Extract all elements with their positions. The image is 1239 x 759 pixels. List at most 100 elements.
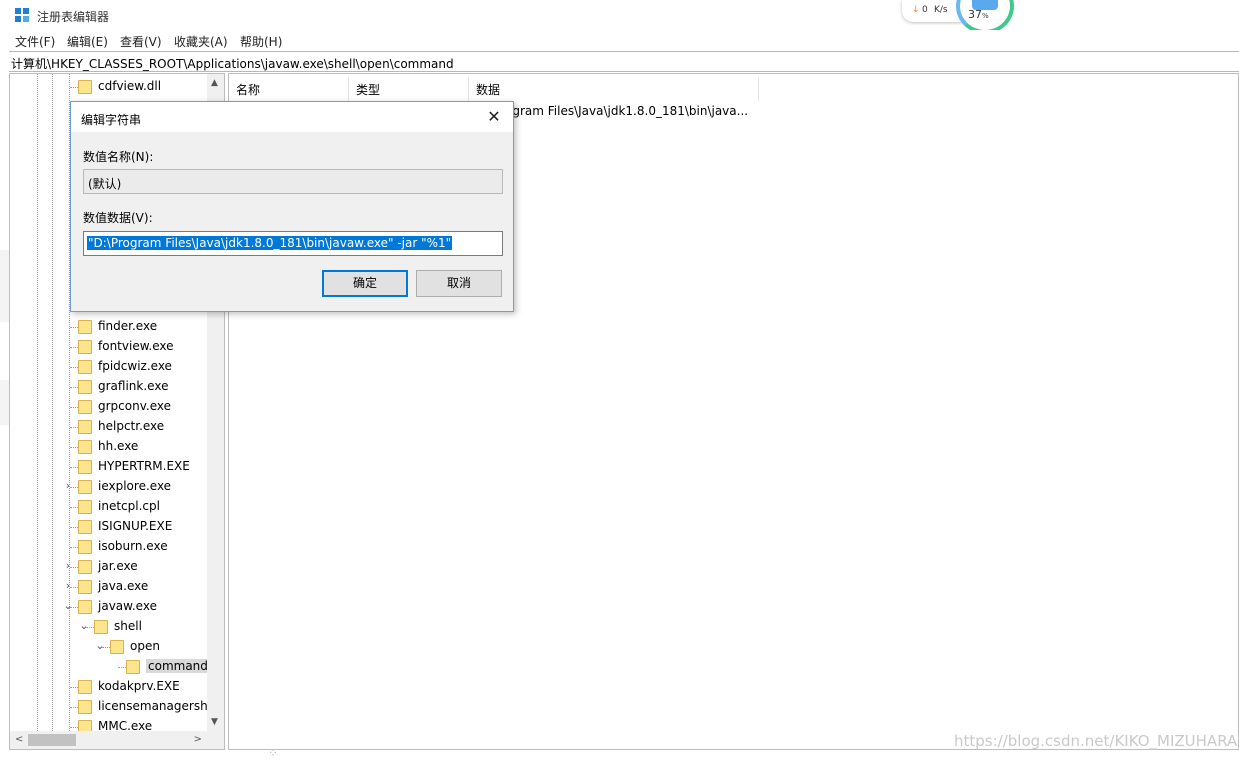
tree-item[interactable]: hh.exe: [10, 437, 208, 457]
chevron-down-icon[interactable]: ⌄: [95, 639, 105, 652]
folder-icon: [78, 400, 92, 414]
tree-connector: [70, 687, 78, 688]
tree-item-label: fpidcwiz.exe: [98, 359, 172, 373]
tree-connector: [70, 527, 78, 528]
tree-connector: [70, 547, 78, 548]
scrollbar-corner: [207, 731, 224, 749]
tree-item[interactable]: › java.exe: [10, 577, 208, 597]
menu-help[interactable]: 帮助(H): [240, 33, 282, 50]
tree-item[interactable]: helpctr.exe: [10, 417, 208, 437]
scroll-thumb[interactable]: [28, 734, 76, 746]
folder-icon: [78, 320, 92, 334]
value-row-data[interactable]: ogram Files\Java\jdk1.8.0_181\bin\java..…: [505, 104, 748, 118]
tree-item[interactable]: › jar.exe: [10, 557, 208, 577]
download-arrow-icon: ↓: [912, 5, 920, 15]
chevron-right-icon[interactable]: ›: [63, 559, 73, 572]
tree-item[interactable]: ⌄ shell: [10, 617, 208, 637]
address-bar[interactable]: 计算机\HKEY_CLASSES_ROOT\Applications\javaw…: [9, 51, 1239, 72]
background-window-fragment: [0, 250, 9, 322]
edit-string-dialog: 编辑字符串 ✕ 数值名称(N): (默认) 数值数据(V): "D:\Progr…: [70, 101, 514, 312]
tree-item[interactable]: fontview.exe: [10, 337, 208, 357]
tree-item[interactable]: ⌄ javaw.exe: [10, 597, 208, 617]
tree-item-label: hh.exe: [98, 439, 139, 453]
value-data-input[interactable]: "D:\Program Files\Java\jdk1.8.0_181\bin\…: [83, 231, 503, 256]
tree-item-label: finder.exe: [98, 319, 158, 333]
tree-connector: [70, 427, 78, 428]
scroll-up-icon[interactable]: ▲: [211, 78, 218, 88]
chevron-down-icon[interactable]: ⌄: [63, 599, 73, 612]
folder-icon: [78, 560, 92, 574]
tree-item-label: shell: [114, 619, 142, 633]
tree-item-label: jar.exe: [98, 559, 138, 573]
tree-horizontal-scrollbar[interactable]: < >: [10, 731, 207, 749]
chevron-down-icon[interactable]: ⌄: [79, 619, 89, 632]
menu-view[interactable]: 查看(V): [120, 33, 162, 50]
tree-item-label: cdfview.dll: [98, 79, 162, 93]
tree-connector: [70, 407, 78, 408]
close-icon[interactable]: ✕: [483, 106, 505, 128]
menu-bar: 文件(F) 编辑(E) 查看(V) 收藏夹(A) 帮助(H): [0, 30, 1239, 51]
tree-item[interactable]: inetcpl.cpl: [10, 497, 208, 517]
tree-connector: [70, 327, 78, 328]
folder-icon: [78, 680, 92, 694]
tree-item-label: command: [146, 659, 210, 673]
folder-icon: [78, 540, 92, 554]
column-header-name[interactable]: 名称: [229, 77, 349, 101]
dialog-title: 编辑字符串: [81, 113, 142, 127]
chevron-right-icon[interactable]: ›: [63, 479, 73, 492]
tree-item[interactable]: command: [10, 657, 210, 677]
tree-item-label: grpconv.exe: [98, 399, 171, 413]
folder-icon: [78, 460, 92, 474]
resize-grip-icon[interactable]: ⁘: [268, 746, 278, 759]
folder-icon: [78, 420, 92, 434]
tree-connector: [70, 507, 78, 508]
value-data-text[interactable]: "D:\Program Files\Java\jdk1.8.0_181\bin\…: [87, 236, 453, 250]
dialog-titlebar: 编辑字符串 ✕: [71, 102, 513, 132]
column-header-type[interactable]: 类型: [349, 77, 469, 101]
scroll-down-icon[interactable]: ▼: [211, 717, 218, 727]
value-name-field: (默认): [83, 169, 503, 194]
menu-edit[interactable]: 编辑(E): [67, 33, 108, 50]
network-speed-widget[interactable]: ↓ 0 K/s 37%: [902, 0, 1014, 34]
tree-item[interactable]: ⌄ open: [10, 637, 208, 657]
memory-usage-ring[interactable]: 37%: [956, 0, 1014, 34]
column-header-data[interactable]: 数据: [469, 77, 759, 101]
tree-item[interactable]: › iexplore.exe: [10, 477, 208, 497]
tree-item[interactable]: isoburn.exe: [10, 537, 208, 557]
tree-item-label: graflink.exe: [98, 379, 169, 393]
tree-item[interactable]: HYPERTRM.EXE: [10, 457, 208, 477]
menu-file[interactable]: 文件(F): [15, 33, 55, 50]
ok-button[interactable]: 确定: [322, 270, 408, 297]
tree-item-label: licensemanagershe: [98, 699, 216, 713]
menu-favorites[interactable]: 收藏夹(A): [174, 33, 228, 50]
scroll-right-icon[interactable]: >: [194, 734, 202, 745]
folder-icon: [126, 660, 140, 674]
folder-icon: [78, 380, 92, 394]
tree-item[interactable]: ISIGNUP.EXE: [10, 517, 208, 537]
value-name-label: 数值名称(N):: [83, 150, 154, 164]
tree-item[interactable]: kodakprv.EXE: [10, 677, 208, 697]
cancel-button[interactable]: 取消: [416, 270, 502, 297]
chevron-right-icon[interactable]: ›: [63, 579, 73, 592]
address-path[interactable]: 计算机\HKEY_CLASSES_ROOT\Applications\javaw…: [11, 55, 454, 72]
tree-item[interactable]: licensemanagershe: [10, 697, 215, 717]
folder-icon: [78, 580, 92, 594]
tree-connector: [70, 387, 78, 388]
tree-item-label: iexplore.exe: [98, 479, 172, 493]
scroll-left-icon[interactable]: <: [15, 734, 23, 745]
folder-icon: [78, 700, 92, 714]
tree-item-label: open: [130, 639, 160, 653]
tree-item[interactable]: cdfview.dll: [10, 77, 208, 97]
tree-item-label: java.exe: [98, 579, 149, 593]
tree-item[interactable]: finder.exe: [10, 317, 208, 337]
tree-item-label: kodakprv.EXE: [98, 679, 180, 693]
folder-icon: [94, 620, 108, 634]
folder-icon: [78, 360, 92, 374]
tree-item-label: fontview.exe: [98, 339, 174, 353]
tree-item-label: isoburn.exe: [98, 539, 168, 553]
value-name-text: (默认): [88, 177, 122, 191]
tree-item-label: HYPERTRM.EXE: [98, 459, 190, 473]
tree-item[interactable]: graflink.exe: [10, 377, 208, 397]
tree-item[interactable]: fpidcwiz.exe: [10, 357, 208, 377]
tree-item[interactable]: grpconv.exe: [10, 397, 208, 417]
